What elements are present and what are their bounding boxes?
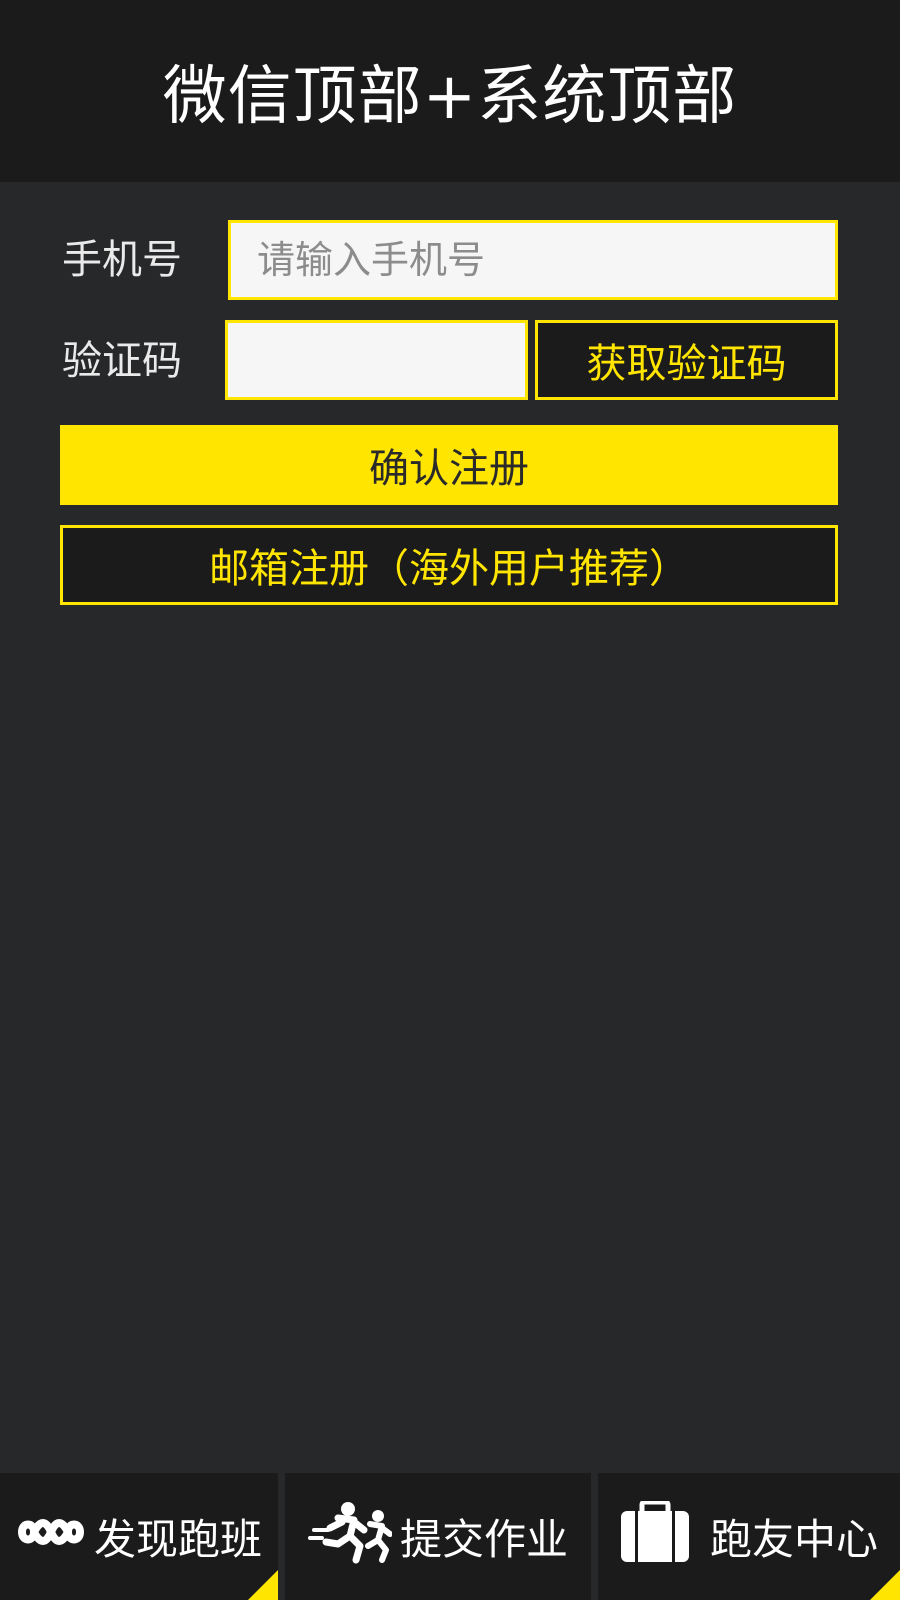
phone-input[interactable] — [228, 220, 838, 300]
tab-label: 提交作业 — [399, 1515, 568, 1564]
infinity-icon — [16, 1512, 86, 1562]
running-people-icon — [307, 1500, 393, 1574]
code-row: 验证码 获取验证码 — [0, 320, 900, 405]
selected-corner-indicator — [248, 1570, 278, 1600]
code-input[interactable] — [225, 320, 528, 400]
app-header: 微信顶部+系统顶部 — [0, 0, 900, 182]
email-register-button[interactable]: 邮箱注册（海外用户推荐） — [60, 525, 838, 605]
tab-label: 发现跑班 — [93, 1515, 262, 1564]
bottom-tabbar: 发现跑班 提交作业 跑友中心 — [0, 1473, 900, 1600]
page-title: 微信顶部+系统顶部 — [162, 60, 738, 134]
phone-label: 手机号 — [62, 237, 182, 283]
get-code-button[interactable]: 获取验证码 — [535, 320, 838, 400]
confirm-register-button[interactable]: 确认注册 — [60, 425, 838, 505]
tab-label: 跑友中心 — [709, 1515, 878, 1564]
briefcase-icon — [620, 1499, 690, 1573]
tab-runner-center[interactable]: 跑友中心 — [598, 1473, 900, 1600]
tab-submit-homework[interactable]: 提交作业 — [285, 1473, 591, 1600]
selected-corner-indicator — [870, 1570, 900, 1600]
phone-row: 手机号 — [0, 220, 900, 300]
tab-discover-class[interactable]: 发现跑班 — [0, 1473, 278, 1600]
code-label: 验证码 — [62, 338, 182, 384]
